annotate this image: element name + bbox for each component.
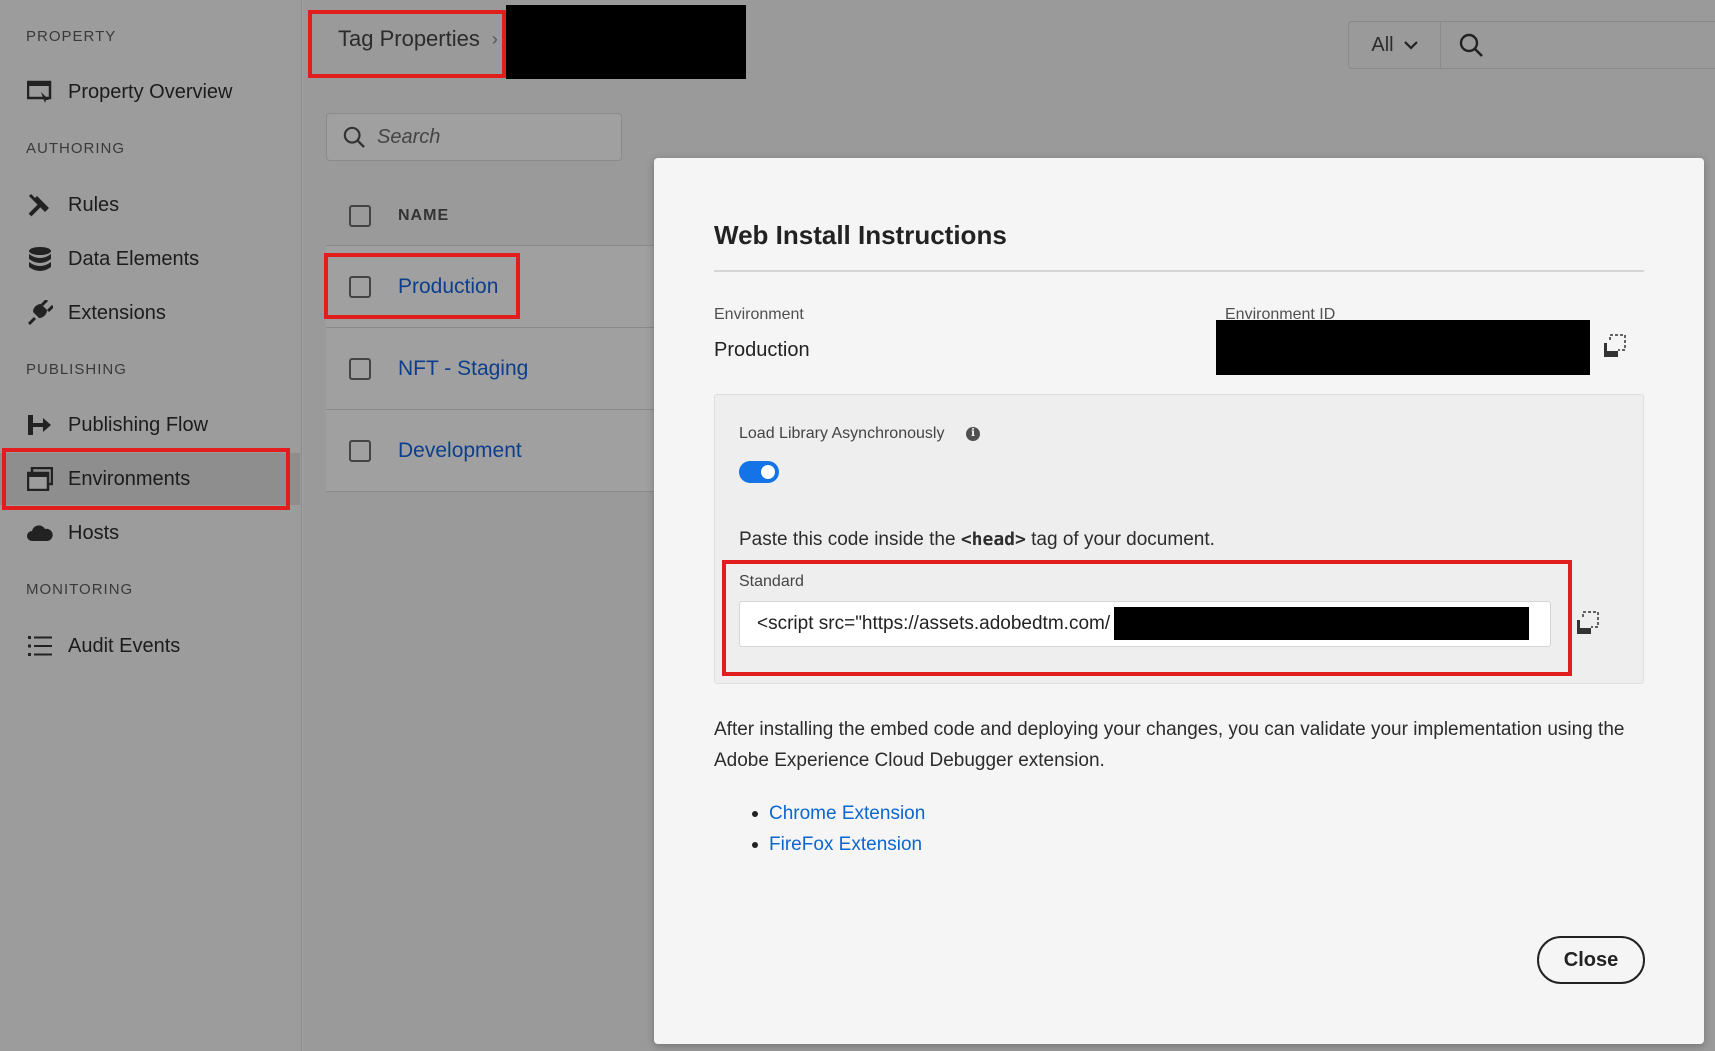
redacted-embed-code — [1114, 607, 1529, 640]
search-icon — [1459, 33, 1483, 57]
sidebar: PROPERTY Property Overview AUTHORING Rul… — [0, 0, 302, 1051]
copy-icon[interactable] — [1602, 334, 1628, 360]
sidebar-item-label: Publishing Flow — [68, 413, 209, 436]
load-async-label: Load Library Asynchronously — [739, 425, 945, 442]
standard-label: Standard — [739, 573, 804, 590]
title-divider — [714, 270, 1644, 272]
paste-text-prefix: Paste this code inside the — [739, 529, 961, 550]
sidebar-item-data-elements[interactable]: Data Elements — [0, 233, 300, 285]
plug-icon — [26, 299, 54, 327]
cloud-icon — [26, 519, 54, 547]
sidebar-item-label: Audit Events — [68, 634, 181, 657]
sidebar-item-label: Extensions — [68, 301, 166, 324]
rules-icon — [26, 191, 54, 219]
redacted-environment-id — [1216, 320, 1590, 375]
sidebar-item-property-overview[interactable]: Property Overview — [0, 66, 300, 118]
database-icon — [26, 245, 54, 273]
section-property: PROPERTY — [26, 28, 117, 45]
search-input[interactable]: Search — [326, 113, 622, 161]
row-link-development[interactable]: Development — [398, 439, 522, 463]
sidebar-item-extensions[interactable]: Extensions — [0, 287, 300, 339]
breadcrumb: Tag Properties › — [338, 26, 498, 52]
close-button[interactable]: Close — [1537, 936, 1645, 984]
publishing-flow-icon — [26, 411, 54, 439]
info-icon[interactable]: i — [966, 427, 980, 441]
sidebar-item-rules[interactable]: Rules — [0, 179, 300, 231]
install-options-panel: Load Library Asynchronously i Paste this… — [714, 394, 1644, 684]
breadcrumb-tag-properties[interactable]: Tag Properties — [338, 26, 480, 52]
sidebar-item-label: Hosts — [68, 521, 120, 544]
row-link-production[interactable]: Production — [398, 275, 498, 299]
row-checkbox[interactable] — [349, 439, 371, 462]
environments-icon — [26, 465, 54, 493]
load-async-toggle[interactable] — [739, 461, 779, 483]
sidebar-item-label: Data Elements — [68, 247, 200, 270]
row-checkbox[interactable] — [349, 275, 371, 298]
row-checkbox[interactable] — [349, 357, 371, 380]
sidebar-item-audit-events[interactable]: Audit Events — [0, 620, 300, 672]
section-authoring: AUTHORING — [26, 140, 125, 157]
list-icon — [26, 632, 54, 660]
embed-code-text: <script src="https://assets.adobedtm.com… — [757, 613, 1111, 634]
extension-links: Chrome Extension FireFox Extension — [714, 798, 925, 860]
sidebar-item-label: Property Overview — [68, 80, 233, 103]
column-name-header[interactable]: NAME — [398, 207, 449, 225]
section-publishing: PUBLISHING — [26, 361, 127, 378]
chrome-extension-link[interactable]: Chrome Extension — [714, 798, 925, 829]
sidebar-item-publishing-flow[interactable]: Publishing Flow — [0, 399, 300, 451]
filter-dropdown[interactable]: All — [1348, 21, 1440, 69]
chevron-right-icon: › — [491, 28, 498, 49]
paste-text-tag: <head> — [960, 529, 1026, 550]
sidebar-item-hosts[interactable]: Hosts — [0, 507, 300, 559]
redacted-property-name — [506, 5, 746, 79]
sidebar-item-label: Environments — [68, 467, 191, 490]
sidebar-item-environments[interactable]: Environments — [0, 453, 300, 505]
copy-icon[interactable] — [1575, 611, 1601, 637]
paste-instructions: Paste this code inside the <head> tag of… — [739, 529, 1215, 551]
search-placeholder: Search — [377, 125, 441, 148]
environment-value: Production — [714, 339, 810, 361]
environment-label: Environment — [714, 306, 804, 323]
select-all-checkbox[interactable] — [349, 204, 371, 227]
validation-text: After installing the embed code and depl… — [714, 719, 1625, 771]
search-icon — [343, 126, 365, 148]
row-link-nft-staging[interactable]: NFT - Staging — [398, 357, 528, 381]
paste-text-suffix: tag of your document. — [1025, 529, 1215, 550]
sidebar-item-label: Rules — [68, 193, 120, 216]
web-install-dialog: Web Install Instructions Environment Pro… — [654, 158, 1704, 1044]
dialog-title: Web Install Instructions — [714, 220, 1007, 250]
section-monitoring: MONITORING — [26, 581, 134, 598]
chevron-down-icon — [1403, 40, 1418, 50]
property-overview-icon — [26, 78, 54, 106]
firefox-extension-link[interactable]: FireFox Extension — [714, 829, 925, 860]
filter-value: All — [1371, 33, 1394, 56]
top-search-field[interactable] — [1440, 21, 1715, 69]
